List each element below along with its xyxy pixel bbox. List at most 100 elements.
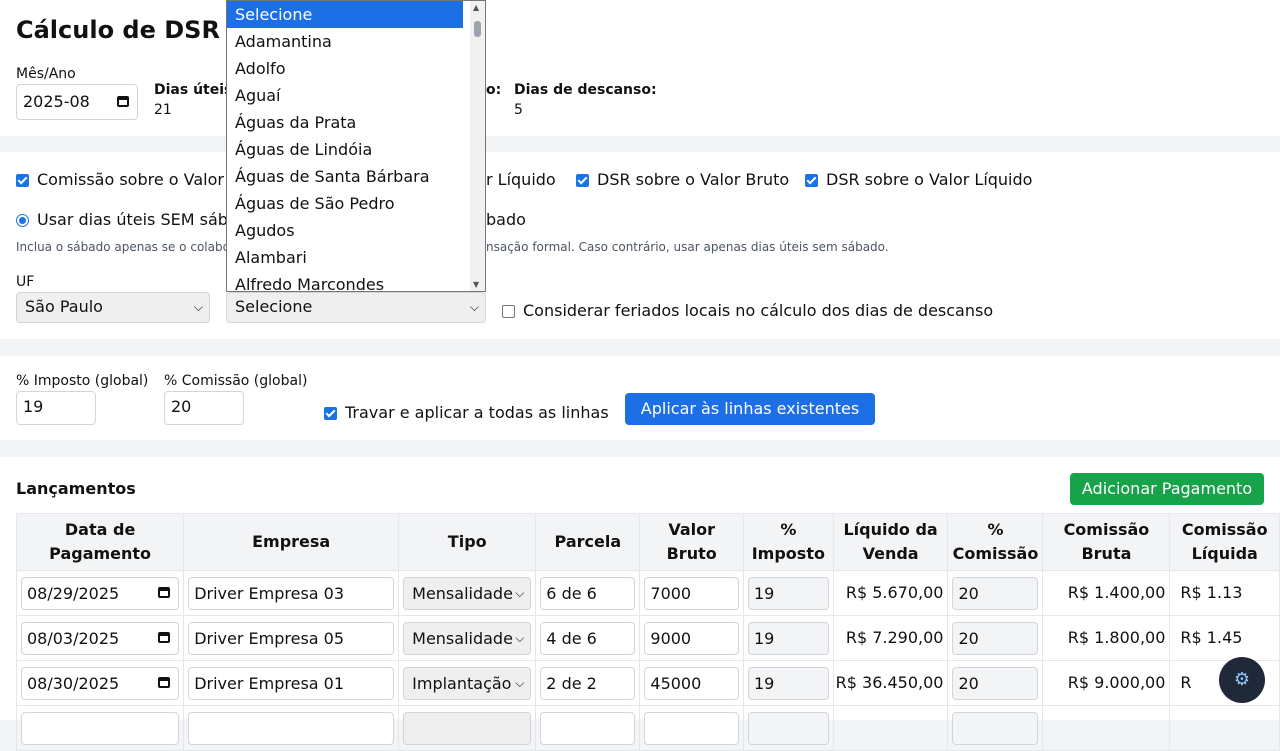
rest-days-value: 5 <box>514 102 523 118</box>
commission-pct-input[interactable]: 20 <box>952 667 1039 700</box>
net-commission-value: R <box>1180 673 1192 692</box>
column-header: Líquido da Venda <box>832 513 949 571</box>
city-option[interactable]: Águas da Prata <box>227 109 463 136</box>
city-option[interactable]: Aguaí <box>227 82 463 109</box>
gear-icon: ⚙ <box>1233 669 1251 690</box>
gross-value-input[interactable] <box>644 712 739 745</box>
radio-without-saturday[interactable] <box>16 214 29 227</box>
type-select[interactable]: Implantação ⌵ <box>403 667 532 700</box>
column-header: % Comissão <box>947 513 1044 571</box>
tax-global-input[interactable]: 19 <box>16 391 96 425</box>
company-input[interactable]: Driver Empresa 05 <box>188 622 395 655</box>
checkbox-commission-net-label: r Líquido <box>486 170 556 189</box>
city-option[interactable]: Águas de Lindóia <box>227 136 463 163</box>
payment-date-value: 08/03/2025 <box>27 629 120 648</box>
scroll-up-icon[interactable]: ▲ <box>473 3 479 12</box>
commission-global-input[interactable]: 20 <box>164 391 244 425</box>
installment-input[interactable]: 4 de 6 <box>540 622 636 655</box>
workdays-label: Dias úteis <box>154 82 233 98</box>
checkbox-commission-gross-label: Comissão sobre o Valor <box>37 170 224 189</box>
checkbox-commission-gross[interactable] <box>16 174 29 187</box>
type-select[interactable]: Mensalidade ⌵ <box>403 622 532 655</box>
checkbox-dsr-gross[interactable] <box>576 174 589 187</box>
tax-input[interactable]: 19 <box>747 667 829 700</box>
tax-input[interactable]: 19 <box>747 577 829 610</box>
installment-input[interactable]: 6 de 6 <box>540 577 636 610</box>
saturday-hint-right: nsação formal. Caso contrário, usar apen… <box>486 240 889 254</box>
gross-value-input[interactable]: 7000 <box>644 577 739 610</box>
city-option[interactable]: Alfredo Marcondes <box>227 271 463 291</box>
tax-input[interactable] <box>747 712 829 745</box>
net-commission-value: R$ 1.13 <box>1180 583 1243 602</box>
city-option[interactable]: Adolfo <box>227 55 463 82</box>
header-card: Cálculo de DSR Mês/Ano 2025-08 Dias útei… <box>0 0 1280 136</box>
net-sale-value: R$ 5.670,00 <box>845 583 944 602</box>
table-row <box>15 705 1280 751</box>
company-input[interactable]: Driver Empresa 01 <box>188 667 395 700</box>
chevron-down-icon: ⌵ <box>515 676 525 690</box>
city-option[interactable]: Agudos <box>227 217 463 244</box>
rest-days-label: Dias de descanso: <box>514 82 657 98</box>
type-select[interactable]: Mensalidade ⌵ <box>403 577 532 610</box>
payment-date-input[interactable]: 08/29/2025 <box>21 577 180 610</box>
settings-fab[interactable]: ⚙ <box>1219 657 1265 703</box>
commission-pct-input[interactable]: 20 <box>952 622 1039 655</box>
column-header: Comissão Líquida <box>1169 513 1280 571</box>
calendar-icon[interactable] <box>117 96 129 107</box>
month-input[interactable]: 2025-08 <box>16 84 138 120</box>
entries-card: Lançamentos Adicionar Pagamento Data de … <box>0 457 1280 751</box>
city-option[interactable]: Águas de São Pedro <box>227 190 463 217</box>
type-value: Mensalidade <box>412 629 513 648</box>
gross-value-input[interactable]: 45000 <box>644 667 739 700</box>
chevron-down-icon: ⌵ <box>469 300 479 314</box>
dropdown-scrollbar[interactable]: ▲ ▼ <box>470 1 485 291</box>
uf-select[interactable]: São Paulo ⌵ <box>16 292 210 323</box>
scrollbar-thumb[interactable] <box>474 21 481 37</box>
city-option[interactable]: Selecione <box>227 1 463 28</box>
checkbox-lock-apply[interactable] <box>324 407 337 420</box>
company-input[interactable] <box>188 712 395 745</box>
chevron-down-icon: ⌵ <box>193 300 203 314</box>
gross-value-input[interactable]: 9000 <box>644 622 739 655</box>
city-option[interactable]: Águas de Santa Bárbara <box>227 163 463 190</box>
checkbox-local-holidays-label: Considerar feriados locais no cálculo do… <box>523 301 994 320</box>
commission-pct-input[interactable]: 20 <box>952 577 1039 610</box>
city-option[interactable]: Alambari <box>227 244 463 271</box>
uf-select-value: São Paulo <box>25 297 103 316</box>
radio-without-saturday-label: Usar dias úteis SEM sáb <box>37 210 228 229</box>
workdays-value: 21 <box>154 102 172 118</box>
installment-input[interactable] <box>540 712 636 745</box>
calendar-icon[interactable] <box>158 677 171 688</box>
add-payment-button[interactable]: Adicionar Pagamento <box>1070 473 1264 505</box>
city-select[interactable]: Selecione ⌵ <box>226 292 486 323</box>
net-commission-value: R$ 1.45 <box>1180 628 1243 647</box>
payment-date-input[interactable]: 08/30/2025 <box>21 667 180 700</box>
installment-input[interactable]: 2 de 2 <box>540 667 636 700</box>
type-value: Implantação <box>412 674 512 693</box>
checkbox-dsr-net[interactable] <box>805 174 818 187</box>
checkbox-local-holidays[interactable] <box>502 305 515 318</box>
uf-label: UF <box>16 274 35 290</box>
month-value: 2025-08 <box>23 92 90 111</box>
commission-pct-input[interactable] <box>952 712 1039 745</box>
city-dropdown-list[interactable]: Selecione Adamantina Adolfo Aguaí Águas … <box>226 0 486 292</box>
calendar-icon[interactable] <box>158 632 171 643</box>
column-header: % Imposto <box>742 513 834 571</box>
net-sale-value: R$ 7.290,00 <box>845 628 944 647</box>
tax-input[interactable]: 19 <box>747 622 829 655</box>
commission-global-value: 20 <box>171 397 192 416</box>
calendar-icon[interactable] <box>158 587 171 598</box>
apply-existing-button[interactable]: Aplicar às linhas existentes <box>625 393 875 425</box>
table-row: 08/03/2025 Driver Empresa 05 Mensalidade… <box>15 615 1280 661</box>
options-card: Comissão sobre o Valor r Líquido DSR sob… <box>0 152 1280 339</box>
column-header: Data de Pagamento <box>15 513 185 571</box>
city-option[interactable]: Adamantina <box>227 28 463 55</box>
gross-commission-value: R$ 9.000,00 <box>1067 673 1166 692</box>
payment-date-input[interactable] <box>21 712 180 745</box>
column-header: Tipo <box>398 513 537 571</box>
gross-commission-value: R$ 1.400,00 <box>1067 583 1166 602</box>
company-input[interactable]: Driver Empresa 03 <box>188 577 395 610</box>
type-select[interactable] <box>403 712 532 745</box>
scroll-down-icon[interactable]: ▼ <box>473 280 479 289</box>
payment-date-input[interactable]: 08/03/2025 <box>21 622 180 655</box>
